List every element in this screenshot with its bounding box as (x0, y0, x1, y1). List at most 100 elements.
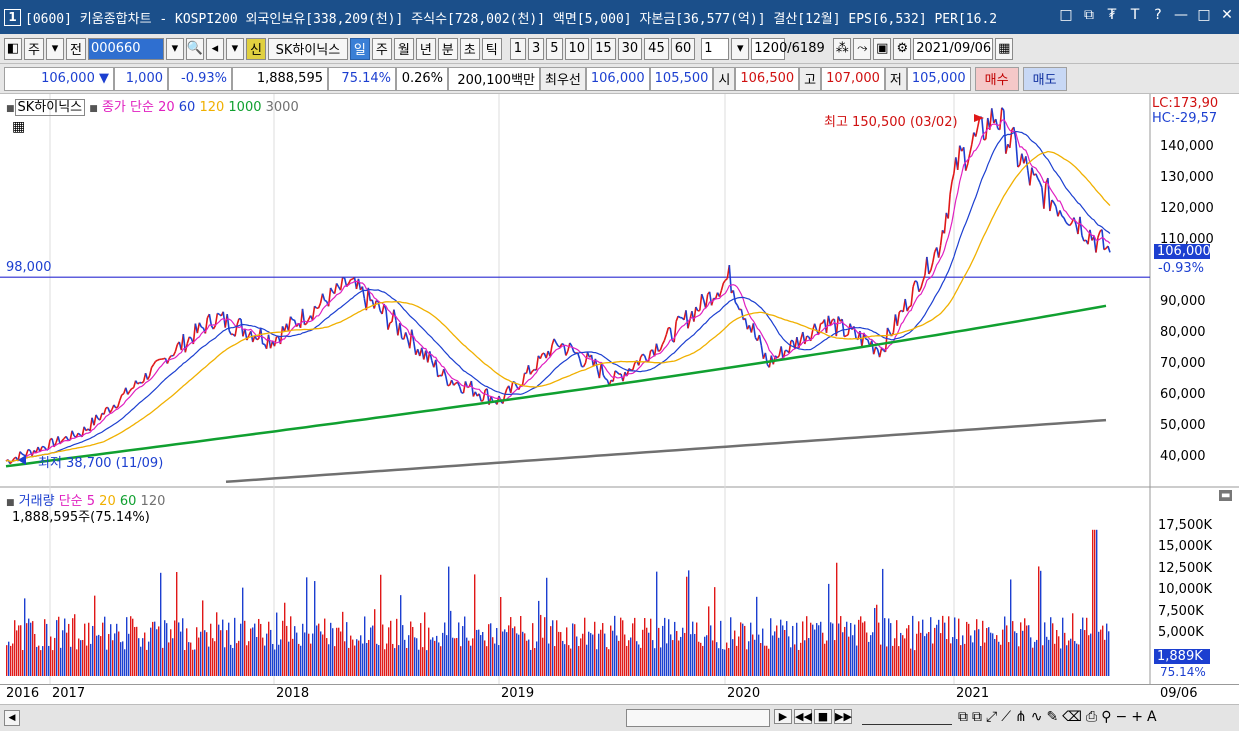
volume-bar (934, 627, 936, 676)
close-icon[interactable]: ✕ (1219, 7, 1235, 23)
table-icon[interactable]: ▦ (12, 119, 25, 135)
amount-value: 200,100백만 (448, 66, 540, 91)
tab-tick[interactable]: 틱 (481, 37, 502, 60)
interval-dropdown-icon[interactable]: ▾ (731, 37, 750, 60)
volume-bar (634, 617, 636, 676)
indicator-icon[interactable]: ⁂ (833, 37, 852, 60)
volume-bar (190, 642, 192, 676)
search-icon[interactable]: 🔍 (185, 37, 204, 60)
volume-bar (28, 618, 30, 676)
minimize-icon[interactable]: — (1173, 7, 1189, 23)
volume-bar (1072, 613, 1074, 676)
interval-15[interactable]: 15 (591, 37, 616, 60)
zoom-out-icon[interactable]: − (1115, 709, 1127, 725)
pin-icon[interactable]: ₮ (1104, 7, 1120, 23)
volume-bar (336, 627, 338, 676)
stock-code-input[interactable]: 000660 (87, 37, 164, 60)
scroll-thumb[interactable] (626, 709, 770, 727)
zoom-in-icon[interactable]: + (1131, 709, 1143, 725)
zoom-icon[interactable]: ⚲ (1101, 709, 1111, 725)
rewind-icon[interactable]: ◀◀ (794, 709, 812, 724)
eraser-icon[interactable]: ⌫ (1062, 709, 1082, 725)
interval-1[interactable]: 1 (509, 37, 526, 60)
layout-icon[interactable]: ◧ (4, 37, 22, 60)
print-icon[interactable]: ⎙ (1086, 709, 1097, 725)
period-unit-select[interactable]: 주 (24, 37, 44, 60)
sound-icon[interactable]: ◂ (205, 37, 224, 60)
volume-bar (402, 625, 404, 676)
buy-button[interactable]: 매수 (974, 66, 1019, 91)
date-input[interactable]: 2021/09/06 (913, 37, 994, 60)
capture-icon[interactable]: ⧉ (958, 709, 968, 725)
collapse-pane-icon[interactable]: ▬ (1219, 490, 1233, 501)
prev-button[interactable]: 전 (65, 37, 86, 60)
volume-bar (926, 633, 928, 676)
scroll-left-icon[interactable]: ◀ (4, 710, 20, 726)
wave-icon[interactable]: ∿ (1031, 709, 1043, 725)
tab-day[interactable]: 일 (349, 37, 370, 60)
tab-month[interactable]: 월 (393, 37, 414, 60)
volume-bar (1078, 644, 1080, 676)
scroll-bar[interactable]: ◀ ▶ ◀◀ ■ ▶▶ ⧉ ⧉ ⤢ ⟋ ⋔ ∿ ✎ ⌫ ⎙ ⚲ − + A (0, 704, 1239, 731)
interval-select[interactable]: 1 (701, 37, 730, 60)
volume-bar (140, 646, 142, 676)
gear-icon[interactable]: ⚙ (893, 37, 912, 60)
volume-bar (1064, 632, 1066, 676)
volume-ratio: 75.14% (328, 66, 396, 91)
save-icon[interactable]: ▣ (873, 37, 892, 60)
chart-svg[interactable] (0, 94, 1239, 684)
volume-bar (760, 643, 762, 676)
sell-button[interactable]: 매도 (1022, 66, 1067, 91)
interval-30[interactable]: 30 (617, 37, 643, 60)
chevron-down-icon[interactable]: ▾ (45, 37, 64, 60)
copy-icon[interactable]: ⧉ (972, 709, 982, 725)
fork-icon[interactable]: ⋔ (1015, 709, 1027, 725)
trendline-icon[interactable]: ⟋ (1001, 709, 1011, 725)
interval-3[interactable]: 3 (527, 37, 545, 60)
scale-icon[interactable]: ⤢ (986, 709, 997, 725)
calendar-icon[interactable]: ▦ (995, 37, 1014, 60)
tab-minute[interactable]: 분 (437, 37, 458, 60)
low-label: 저 (884, 66, 907, 91)
forward-icon[interactable]: ▶▶ (834, 709, 852, 724)
code-dropdown-icon[interactable]: ▾ (165, 37, 184, 60)
font-icon[interactable]: T (1127, 7, 1143, 23)
trend-icon[interactable]: ⤳ (853, 37, 872, 60)
credit-button[interactable]: 신 (245, 37, 266, 60)
font-size-icon[interactable]: A (1147, 709, 1157, 725)
chart-area[interactable]: ■ SK하이닉스 ■ 종가 단순 20 60 120 1000 3000 ▦ LC… (0, 94, 1239, 684)
volume-bar (264, 645, 266, 676)
volume-bar (656, 571, 658, 676)
price-tick: 50,000 (1160, 418, 1206, 433)
interval-5[interactable]: 5 (546, 37, 563, 60)
price-candle (908, 305, 912, 308)
volume-bar (956, 639, 958, 676)
count-input[interactable]: 1200 (751, 37, 787, 60)
volume-bar (998, 641, 1000, 676)
stop-icon[interactable]: ■ (814, 709, 832, 724)
volume-bar (838, 623, 840, 676)
volume-bar (658, 627, 660, 676)
tab-week[interactable]: 주 (371, 37, 392, 60)
maximize-icon[interactable]: □ (1196, 7, 1212, 23)
tile-icon[interactable]: ⧉ (1081, 7, 1097, 23)
interval-60[interactable]: 60 (670, 37, 696, 60)
play-icon[interactable]: ▶ (774, 709, 792, 724)
help-icon[interactable]: ? (1150, 7, 1166, 23)
tab-year[interactable]: 년 (415, 37, 436, 60)
speed-slider[interactable] (862, 711, 952, 725)
stock-legend-label: SK하이닉스 (14, 99, 86, 116)
volume-bar (366, 642, 368, 676)
volume-bar (148, 641, 150, 676)
interval-10[interactable]: 10 (564, 37, 590, 60)
volume-bar (592, 634, 594, 676)
volume-bar (272, 643, 274, 676)
tab-second[interactable]: 초 (459, 37, 480, 60)
volume-bar (408, 635, 410, 676)
pencil-icon[interactable]: ✎ (1046, 709, 1058, 725)
chevron-down-icon-2[interactable]: ▾ (225, 37, 244, 60)
volume-bar (114, 633, 116, 676)
volume-value: 1,888,595 (232, 66, 328, 91)
interval-45[interactable]: 45 (644, 37, 669, 60)
restore-icon[interactable]: □ (1058, 7, 1074, 23)
